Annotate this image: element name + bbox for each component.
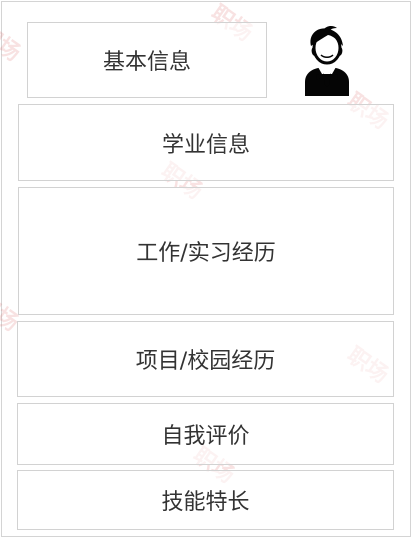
work-internship-label: 工作/实习经历 <box>136 241 276 266</box>
skills-section[interactable]: 技能特长 <box>17 470 394 530</box>
basic-info-section[interactable]: 基本信息 <box>27 22 267 98</box>
self-evaluation-section[interactable]: 自我评价 <box>17 403 394 465</box>
work-internship-section[interactable]: 工作/实习经历 <box>18 187 394 315</box>
project-campus-section[interactable]: 项目/校园经历 <box>17 321 394 397</box>
academic-info-section[interactable]: 学业信息 <box>18 104 394 181</box>
academic-info-label: 学业信息 <box>161 132 250 158</box>
user-avatar-icon <box>305 25 349 96</box>
skills-label: 技能特长 <box>161 490 250 515</box>
project-campus-label: 项目/校园经历 <box>135 349 276 374</box>
basic-info-label: 基本信息 <box>102 50 191 75</box>
self-evaluation-label: 自我评价 <box>161 424 250 449</box>
